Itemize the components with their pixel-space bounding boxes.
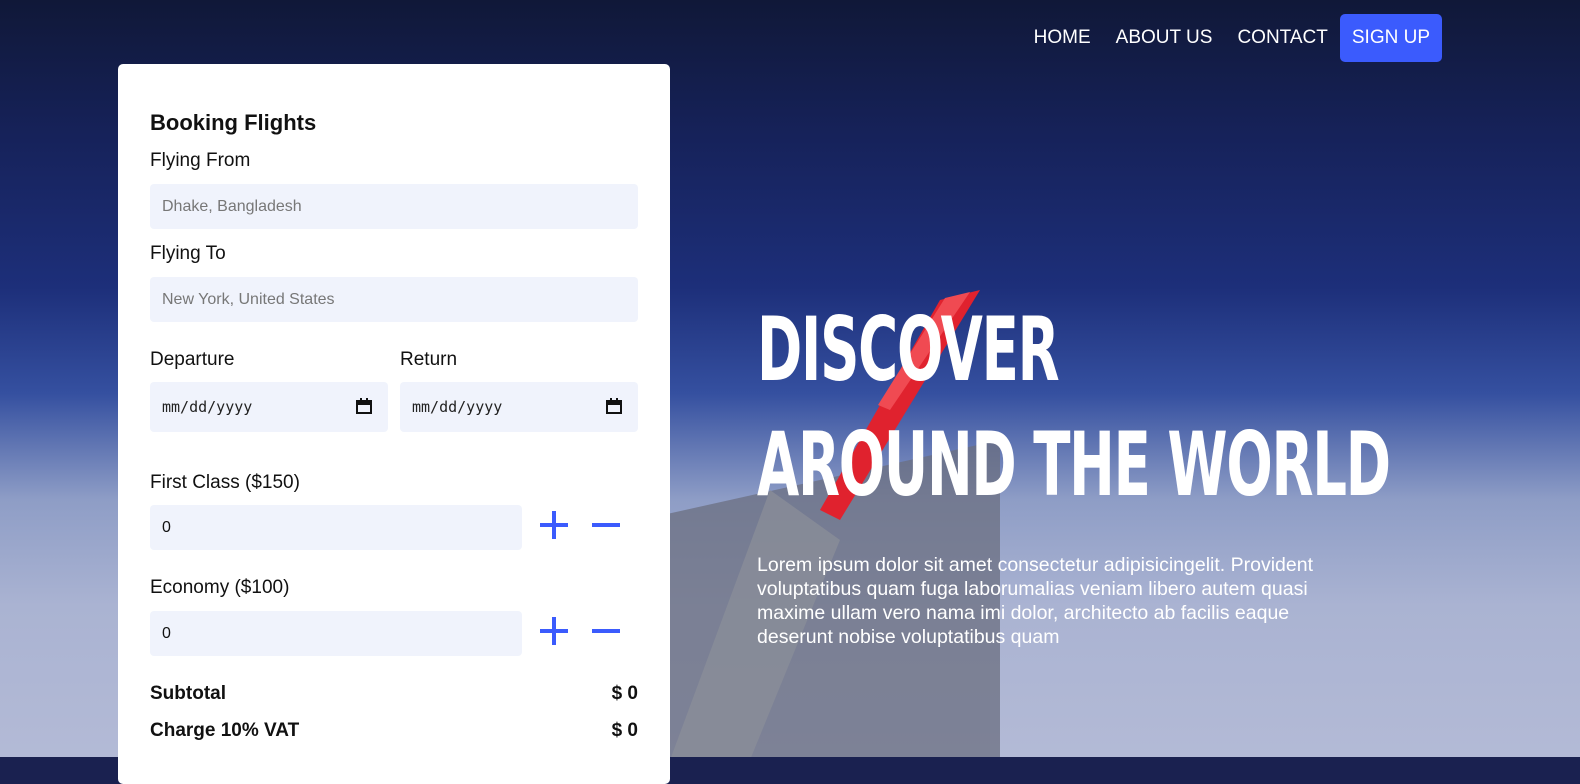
first-class-quantity-input[interactable]: 0 [150,505,522,550]
vat-value: $ 0 [611,720,638,741]
booking-title: Booking Flights [150,110,317,135]
return-date-input[interactable]: mm/dd/yyyy [400,382,638,432]
flying-from-input[interactable]: Dhake, Bangladesh [150,184,638,229]
departure-date-input[interactable]: mm/dd/yyyy [150,382,388,432]
first-class-label: First Class ($150) [150,472,300,493]
departure-date-placeholder: mm/dd/yyyy [162,398,253,416]
flying-to-label: Flying To [150,243,226,264]
nav-contact[interactable]: CONTACT [1237,14,1327,62]
economy-label: Economy ($100) [150,577,290,598]
departure-label: Departure [150,349,235,370]
booking-card: Booking Flights Flying From Dhake, Bangl… [118,64,670,784]
flying-to-input[interactable]: New York, United States [150,277,638,322]
vat-label: Charge 10% VAT [150,720,300,741]
return-label: Return [400,349,458,370]
return-date-placeholder: mm/dd/yyyy [412,398,503,416]
hero-paragraph: Lorem ipsum dolor sit amet consectetur a… [757,554,1314,648]
economy-minus-icon[interactable] [592,617,620,645]
subtotal-label: Subtotal [150,683,226,704]
first-class-plus-icon[interactable] [540,511,568,539]
flying-from-label: Flying From [150,150,251,171]
main-nav: HOME ABOUT US CONTACT SIGN UP [1009,14,1442,62]
nav-about-us[interactable]: ABOUT US [1116,14,1213,62]
calendar-icon[interactable] [606,398,622,414]
economy-quantity-input[interactable]: 0 [150,611,522,656]
subtotal-value: $ 0 [611,683,638,704]
hero-heading-line1: DISCOVER [757,298,1060,401]
economy-plus-icon[interactable] [540,617,568,645]
calendar-icon[interactable] [356,398,372,414]
sign-up-button[interactable]: SIGN UP [1339,14,1442,62]
hero-heading-line2: AROUND THE WORLD [757,413,1391,516]
first-class-minus-icon[interactable] [592,511,620,539]
nav-home[interactable]: HOME [1034,14,1091,62]
